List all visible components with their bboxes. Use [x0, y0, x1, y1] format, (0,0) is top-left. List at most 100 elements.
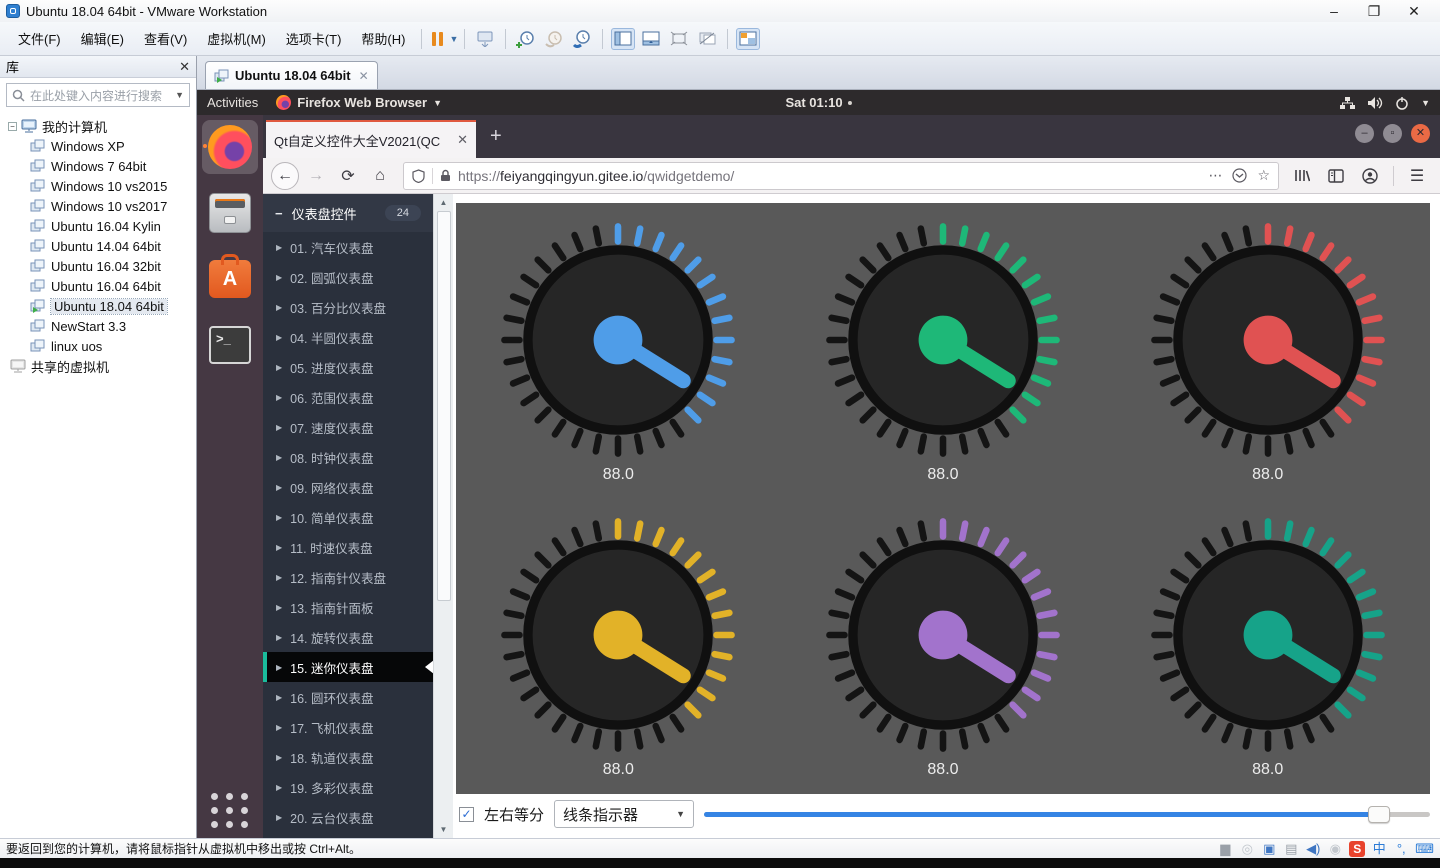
dock-software[interactable]: A	[202, 252, 258, 306]
forward-button[interactable]: →	[301, 162, 331, 190]
sidebar-item[interactable]: ▶10. 简单仪表盘	[263, 502, 433, 532]
library-icon[interactable]	[1287, 162, 1317, 190]
slider-handle[interactable]	[1368, 806, 1390, 823]
printer-icon[interactable]: ▤	[1283, 841, 1299, 857]
sidebar-item[interactable]: ▶18. 轨道仪表盘	[263, 742, 433, 772]
sidebar-item-label[interactable]: 04. 半圆仪表盘	[290, 328, 373, 347]
punctuation-icon[interactable]: °,	[1393, 841, 1409, 857]
sidebar-group-header[interactable]: − 仪表盘控件 24	[263, 194, 433, 232]
sidebar-item-label[interactable]: 17. 飞机仪表盘	[290, 718, 373, 737]
chevron-down-icon[interactable]: ▼	[1421, 98, 1430, 108]
dock-firefox[interactable]	[202, 120, 258, 174]
sidebar-item-label[interactable]: 14. 旋转仪表盘	[290, 628, 373, 647]
vm-item-label[interactable]: Ubuntu 16.04 32bit	[51, 259, 161, 274]
collapse-icon[interactable]: −	[275, 206, 283, 221]
sidebar-item-label[interactable]: 07. 速度仪表盘	[290, 418, 373, 437]
sidebar-toggle-icon[interactable]	[1321, 162, 1351, 190]
scroll-up-icon[interactable]: ▲	[440, 194, 448, 211]
app-menu-label[interactable]: Firefox Web Browser	[297, 95, 427, 110]
url-text[interactable]: https://feiyangqingyun.gitee.io/qwidgetd…	[458, 168, 1208, 184]
page-actions-icon[interactable]: ⋯	[1208, 167, 1222, 184]
sidebar-item-label[interactable]: 19. 多彩仪表盘	[290, 778, 373, 797]
scroll-down-icon[interactable]: ▼	[440, 821, 448, 838]
indicator-select[interactable]: 线条指示器 ▼	[554, 800, 694, 828]
sidebar-item[interactable]: ▶03. 百分比仪表盘	[263, 292, 433, 322]
sidebar-item[interactable]: ▶11. 时速仪表盘	[263, 532, 433, 562]
menu-hamburger-icon[interactable]: ☰	[1402, 162, 1432, 190]
take-snapshot-icon[interactable]	[514, 28, 538, 50]
back-button[interactable]: ←	[271, 162, 299, 190]
tree-vm-item[interactable]: Ubuntu 16.04 Kylin	[0, 216, 196, 236]
show-thumbnail-icon[interactable]	[639, 28, 663, 50]
vm-item-label[interactable]: Windows 10 vs2015	[51, 179, 167, 194]
tree-vm-item[interactable]: linux uos	[0, 336, 196, 356]
tree-root-label[interactable]: 我的计算机	[42, 117, 107, 136]
tab-close-icon[interactable]: ✕	[457, 132, 468, 148]
pocket-icon[interactable]	[1232, 168, 1247, 183]
send-ctrl-alt-del-icon[interactable]	[473, 28, 497, 50]
keyboard-icon[interactable]: ⌨	[1415, 841, 1434, 857]
collapse-icon[interactable]: −	[8, 122, 17, 131]
sidebar-scrollbar[interactable]: ▲ ▼	[433, 194, 453, 838]
vm-item-label[interactable]: linux uos	[51, 339, 102, 354]
search-dropdown-icon[interactable]: ▼	[175, 90, 184, 100]
menu-view[interactable]: 查看(V)	[134, 25, 197, 52]
dock-terminal[interactable]: >_	[202, 318, 258, 372]
tree-vm-item[interactable]: Windows 10 vs2017	[0, 196, 196, 216]
tree-vm-item[interactable]: Ubuntu 16.04 32bit	[0, 256, 196, 276]
new-tab-button[interactable]: +	[476, 115, 516, 158]
menu-help[interactable]: 帮助(H)	[351, 25, 415, 52]
minimize-button[interactable]: –	[1355, 124, 1374, 143]
dock-files[interactable]	[202, 186, 258, 240]
tree-vm-item[interactable]: Windows XP	[0, 136, 196, 156]
network-icon[interactable]	[1339, 96, 1355, 110]
sidebar-item-label[interactable]: 08. 时钟仪表盘	[290, 448, 373, 467]
sidebar-item-label[interactable]: 16. 圆环仪表盘	[290, 688, 373, 707]
sidebar-item[interactable]: ▶19. 多彩仪表盘	[263, 772, 433, 802]
tree-vm-item[interactable]: NewStart 3.3	[0, 316, 196, 336]
maximize-button[interactable]: ▫	[1383, 124, 1402, 143]
checkbox[interactable]: ✓	[459, 807, 474, 822]
vm-item-label[interactable]: Windows 10 vs2017	[51, 199, 167, 214]
vm-item-label[interactable]: Ubuntu 18.04 64bit	[51, 299, 167, 314]
revert-snapshot-icon[interactable]	[542, 28, 566, 50]
sound-icon[interactable]: ◀)	[1305, 841, 1321, 857]
sidebar-item[interactable]: ▶04. 半圆仪表盘	[263, 322, 433, 352]
sidebar-item-label[interactable]: 15. 迷你仪表盘	[290, 658, 373, 677]
power-icon[interactable]	[1395, 96, 1409, 110]
sidebar-item[interactable]: ▶20. 云台仪表盘	[263, 802, 433, 832]
sidebar-item-label[interactable]: 11. 时速仪表盘	[290, 538, 372, 557]
vm-item-label[interactable]: Ubuntu 16.04 64bit	[51, 279, 161, 294]
activities-button[interactable]: Activities	[207, 95, 258, 110]
show-applications-button[interactable]	[211, 793, 249, 828]
library-close-icon[interactable]: ✕	[179, 59, 190, 75]
sidebar-item[interactable]: ▶16. 圆环仪表盘	[263, 682, 433, 712]
vm-item-label[interactable]: Ubuntu 16.04 Kylin	[51, 219, 161, 234]
sogou-icon[interactable]: S	[1349, 841, 1365, 857]
pause-vm-button[interactable]	[428, 30, 447, 48]
sidebar-item[interactable]: ▶02. 圆弧仪表盘	[263, 262, 433, 292]
reload-button[interactable]: ⟳	[333, 162, 363, 190]
menu-file[interactable]: 文件(F)	[8, 25, 71, 52]
hdd-icon[interactable]: ▆	[1217, 841, 1233, 857]
close-button[interactable]: ✕	[1394, 3, 1434, 20]
sidebar-item[interactable]: ▶17. 飞机仪表盘	[263, 712, 433, 742]
sidebar-item[interactable]: ▶09. 网络仪表盘	[263, 472, 433, 502]
sidebar-item[interactable]: ▶08. 时钟仪表盘	[263, 442, 433, 472]
snapshot-manager-icon[interactable]	[570, 28, 594, 50]
sidebar-item-label[interactable]: 06. 范围仪表盘	[290, 388, 373, 407]
vm-item-label[interactable]: Ubuntu 14.04 64bit	[51, 239, 161, 254]
menu-vm[interactable]: 虚拟机(M)	[197, 25, 276, 52]
vm-tab[interactable]: Ubuntu 18.04 64bit ✕	[205, 61, 378, 89]
sidebar-item-label[interactable]: 12. 指南针仪表盘	[290, 568, 386, 587]
restore-button[interactable]: ❐	[1354, 3, 1394, 20]
scrollbar-thumb[interactable]	[437, 211, 451, 601]
sidebar-item-label[interactable]: 10. 简单仪表盘	[290, 508, 373, 527]
sidebar-item[interactable]: ▶14. 旋转仪表盘	[263, 622, 433, 652]
browser-tab[interactable]: Qt自定义控件大全V2021(QC ✕	[266, 120, 476, 158]
fullscreen-icon[interactable]	[667, 28, 691, 50]
vm-tab-label[interactable]: Ubuntu 18.04 64bit	[235, 68, 351, 83]
account-icon[interactable]	[1355, 162, 1385, 190]
sidebar-item-label[interactable]: 01. 汽车仪表盘	[290, 238, 373, 257]
clock[interactable]: Sat 01:10	[785, 95, 851, 110]
